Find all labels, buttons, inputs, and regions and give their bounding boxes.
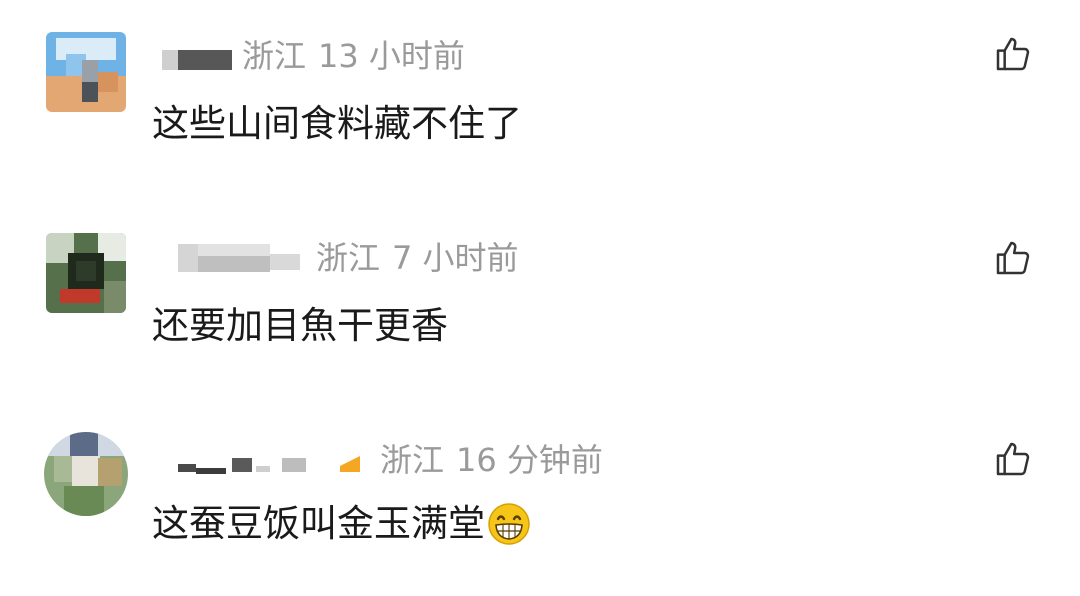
avatar[interactable] <box>46 32 126 112</box>
comment-location: 浙江 <box>316 239 381 277</box>
avatar[interactable] <box>44 432 128 516</box>
like-button[interactable] <box>990 436 1036 482</box>
like-button[interactable] <box>990 235 1036 281</box>
username-blurred[interactable] <box>160 236 306 280</box>
comment-text-content: 这蚕豆饭叫金玉满堂 <box>152 502 485 545</box>
comment-timestamp: 7 小时前 <box>392 239 519 277</box>
comment-item: 浙江 16 分钟前 这蚕豆饭叫金玉满堂 <box>0 396 1080 596</box>
comment-text: 这蚕豆饭叫金玉满堂 <box>152 498 531 550</box>
thumbs-up-icon <box>996 241 1030 275</box>
comment-meta: 浙江 7 小时前 <box>160 236 519 280</box>
username-blurred[interactable] <box>160 438 372 482</box>
comment-location: 浙江 <box>242 37 307 75</box>
comment-timestamp: 16 分钟前 <box>456 441 603 479</box>
like-button[interactable] <box>990 31 1036 77</box>
comment-location: 浙江 <box>380 441 445 479</box>
comment-timestamp: 13 小时前 <box>318 37 465 75</box>
avatar[interactable] <box>46 233 126 313</box>
comment-text-content: 还要加目魚干更香 <box>152 304 448 347</box>
comment-text: 这些山间食料藏不住了 <box>152 98 522 150</box>
thumbs-up-icon <box>996 442 1030 476</box>
comment-item: 浙江 7 小时前 还要加目魚干更香 <box>0 200 1080 400</box>
comment-meta: 浙江 13 小时前 <box>160 34 465 78</box>
comment-meta: 浙江 16 分钟前 <box>160 438 603 482</box>
username-blurred[interactable] <box>160 34 232 78</box>
comment-item: 浙江 13 小时前 这些山间食料藏不住了 <box>0 0 1080 200</box>
comment-text: 还要加目魚干更香 <box>152 300 448 352</box>
thumbs-up-icon <box>996 37 1030 71</box>
grinning-face-emoji <box>487 502 531 546</box>
comment-text-content: 这些山间食料藏不住了 <box>152 102 522 145</box>
